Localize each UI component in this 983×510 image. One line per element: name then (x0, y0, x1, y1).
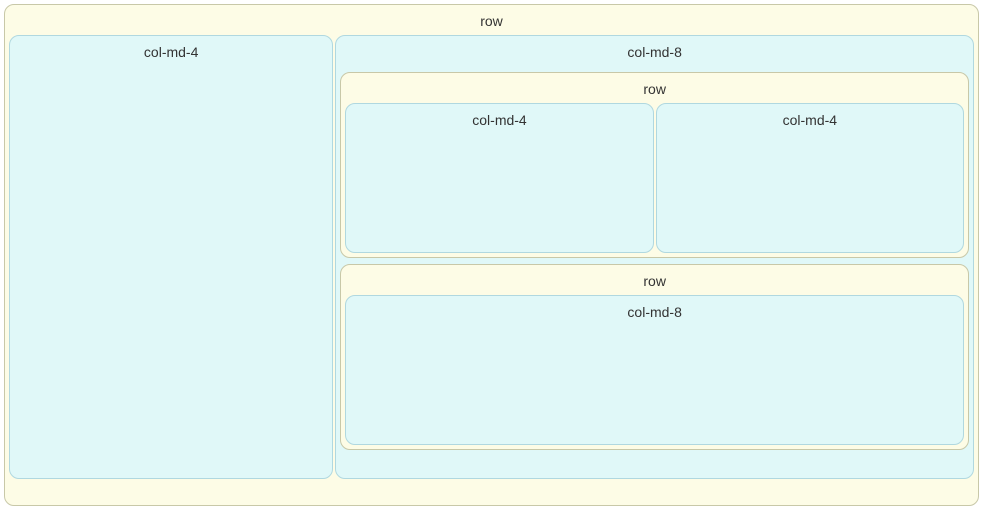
left-column: col-md-4 (9, 35, 333, 479)
inner-row-1-col-b: col-md-4 (656, 103, 964, 253)
outer-row: row col-md-4 col-md-8 row col-md-4 col-m… (4, 4, 979, 506)
outer-row-content: col-md-4 col-md-8 row col-md-4 col-md-4 … (9, 35, 974, 479)
inner-row-1-content: col-md-4 col-md-4 (345, 103, 964, 253)
inner-row-2-col: col-md-8 (345, 295, 964, 445)
inner-row-1-col-b-label: col-md-4 (661, 108, 959, 134)
outer-row-label: row (9, 9, 974, 35)
inner-row-2-col-label: col-md-8 (350, 300, 959, 326)
inner-row-1-col-a: col-md-4 (345, 103, 653, 253)
left-column-label: col-md-4 (14, 40, 328, 66)
inner-row-1: row col-md-4 col-md-4 (340, 72, 969, 258)
right-column: col-md-8 row col-md-4 col-md-4 row col-m… (335, 35, 974, 479)
right-column-label: col-md-8 (340, 40, 969, 66)
inner-row-1-label: row (345, 77, 964, 103)
inner-row-2: row col-md-8 (340, 264, 969, 450)
inner-row-2-label: row (345, 269, 964, 295)
inner-row-2-content: col-md-8 (345, 295, 964, 445)
inner-row-1-col-a-label: col-md-4 (350, 108, 648, 134)
